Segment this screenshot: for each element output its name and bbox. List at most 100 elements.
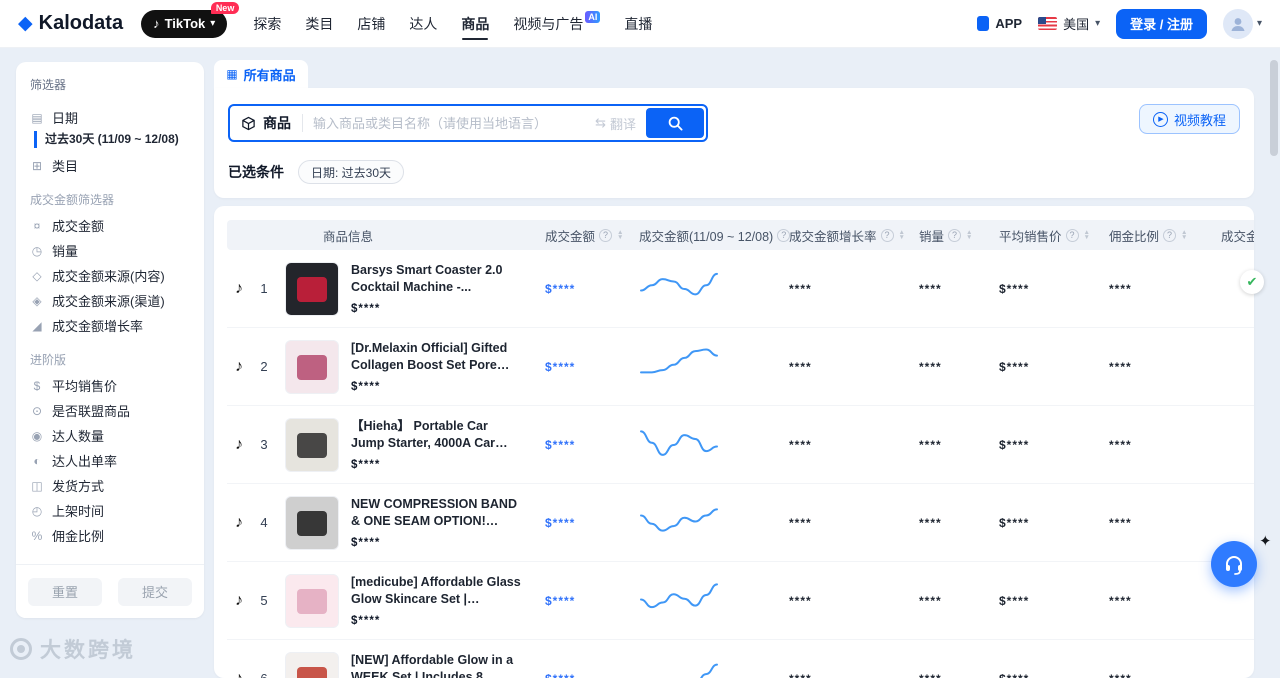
avg-price-value: $**** bbox=[999, 516, 1029, 530]
side-widget-icon[interactable]: ✔ bbox=[1240, 270, 1264, 294]
search-button[interactable] bbox=[646, 108, 704, 138]
sidebar-item-sales[interactable]: ◷ 销量 bbox=[30, 238, 190, 263]
platform-selector[interactable]: ♪ TikTok ▾ New bbox=[141, 10, 227, 38]
sidebar-item-avg-price[interactable]: $ 平均销售价 bbox=[30, 373, 190, 398]
product-image[interactable] bbox=[285, 652, 339, 678]
tiktok-note-icon: ♪ bbox=[235, 358, 255, 376]
product-image-accent bbox=[297, 511, 326, 536]
product-title[interactable]: [NEW] Affordable Glow in a WEEK Set | In… bbox=[351, 652, 523, 678]
product-image[interactable] bbox=[285, 340, 339, 394]
table-row[interactable]: ♪ 4 NEW COMPRESSION BAND & ONE SEAM OPTI… bbox=[227, 484, 1254, 562]
sidebar-item-revenue-source-channel-label: 成交金额来源(渠道) bbox=[52, 291, 165, 310]
header-revenue-label: 成交金额 bbox=[545, 226, 595, 245]
search-field-label-text: 商品 bbox=[263, 113, 291, 133]
header-commission-label: 佣金比例 bbox=[1109, 226, 1159, 245]
translate-toggle[interactable]: ⇆ 翻译 bbox=[595, 114, 646, 133]
nav-item-explore[interactable]: 探索 bbox=[253, 0, 281, 47]
sidebar-item-date[interactable]: ▤ 日期 bbox=[30, 105, 190, 130]
product-image[interactable] bbox=[285, 418, 339, 472]
tiktok-note-icon: ♪ bbox=[235, 436, 255, 454]
product-image[interactable] bbox=[285, 262, 339, 316]
product-title[interactable]: [medicube] Affordable Glass Glow Skincar… bbox=[351, 574, 523, 608]
video-tutorial-button[interactable]: ▶ 视频教程 bbox=[1139, 104, 1240, 134]
headset-icon bbox=[1222, 552, 1246, 576]
product-title[interactable]: NEW COMPRESSION BAND & ONE SEAM OPTION! … bbox=[351, 496, 523, 530]
tiktok-note-icon: ♪ bbox=[235, 280, 255, 298]
product-title[interactable]: Barsys Smart Coaster 2.0 Cocktail Machin… bbox=[351, 262, 523, 296]
sidebar-item-revenue[interactable]: ¤ 成交金额 bbox=[30, 213, 190, 238]
rank: 4 bbox=[255, 515, 273, 530]
info-icon[interactable]: ? bbox=[948, 229, 961, 242]
table-row[interactable]: ♪ 6 [NEW] Affordable Glow in a WEEK Set … bbox=[227, 640, 1254, 678]
sidebar-item-shipping-label: 发货方式 bbox=[52, 476, 104, 495]
product-image[interactable] bbox=[285, 496, 339, 550]
nav-item-shop[interactable]: 店铺 bbox=[357, 0, 385, 47]
app-label: APP bbox=[995, 16, 1022, 31]
chat-support-button[interactable] bbox=[1211, 541, 1257, 587]
date-selected-value[interactable]: 过去30天 (11/09 ~ 12/08) bbox=[34, 131, 190, 148]
tiktok-note-icon: ♪ bbox=[235, 592, 255, 610]
watermark-logo-icon bbox=[10, 638, 32, 660]
kalodata-logo-icon: ◆ bbox=[18, 12, 33, 35]
revenue-value: $**** bbox=[545, 672, 575, 678]
header-commission[interactable]: 佣金比例 ? ▲▼ bbox=[1075, 226, 1175, 245]
submit-button[interactable]: 提交 bbox=[118, 578, 192, 606]
main-content: ▦ 所有商品 商品 ⇆ 翻译 bbox=[214, 60, 1254, 678]
nav-item-creator[interactable]: 达人 bbox=[409, 0, 437, 47]
sidebar-item-category-label: 类目 bbox=[52, 156, 78, 175]
sidebar-item-commission[interactable]: % 佣金比例 bbox=[30, 523, 190, 548]
table-row[interactable]: ♪ 3 【Hieha】 Portable Car Jump Starter, 4… bbox=[227, 406, 1254, 484]
region-selector[interactable]: 美国 ▾ bbox=[1038, 14, 1100, 33]
login-register-button[interactable]: 登录 / 注册 bbox=[1116, 9, 1207, 39]
search-input[interactable] bbox=[303, 116, 595, 131]
sidebar-item-affiliate[interactable]: ⊙ 是否联盟商品 bbox=[30, 398, 190, 423]
revenue-value: $**** bbox=[545, 360, 575, 374]
avg-price-value: $**** bbox=[999, 360, 1029, 374]
kalodata-logo[interactable]: ◆ Kalodata bbox=[18, 12, 123, 35]
sidebar-item-shipping[interactable]: ◫ 发货方式 bbox=[30, 473, 190, 498]
sales-value: **** bbox=[919, 438, 942, 452]
avg-price-value: $**** bbox=[999, 438, 1029, 452]
revenue-sparkline bbox=[639, 498, 719, 542]
reset-button[interactable]: 重置 bbox=[28, 578, 102, 606]
filter-group-title-revenue: 成交金额筛选器 bbox=[30, 191, 190, 208]
revenue-sparkline bbox=[639, 420, 719, 464]
tab-all-products-label: 所有商品 bbox=[244, 65, 296, 84]
sidebar-item-creator-rate[interactable]: ◐ 达人出单率 bbox=[30, 448, 190, 473]
sidebar-item-affiliate-label: 是否联盟商品 bbox=[52, 401, 130, 420]
sidebar-item-revenue-source-channel[interactable]: ◈ 成交金额来源(渠道) bbox=[30, 288, 190, 313]
avatar bbox=[1223, 9, 1253, 39]
search-panel: 商品 ⇆ 翻译 ▶ 视频教程 已 bbox=[214, 88, 1254, 198]
table-row[interactable]: ♪ 1 Barsys Smart Coaster 2.0 Cocktail Ma… bbox=[227, 250, 1254, 328]
app-entry[interactable]: APP bbox=[977, 16, 1022, 31]
growth-value: **** bbox=[789, 516, 812, 530]
sidebar-item-revenue-growth[interactable]: ◢ 成交金额增长率 bbox=[30, 313, 190, 338]
header-revenue[interactable]: 成交金额 ? ▲▼ bbox=[527, 226, 623, 245]
growth-value: **** bbox=[789, 672, 812, 678]
product-title[interactable]: [Dr.Melaxin Official] Gifted Collagen Bo… bbox=[351, 340, 523, 374]
info-icon[interactable]: ? bbox=[599, 229, 612, 242]
nav-item-live[interactable]: 直播 bbox=[624, 0, 652, 47]
sidebar-item-revenue-source-content[interactable]: ◇ 成交金额来源(内容) bbox=[30, 263, 190, 288]
sidebar-item-category[interactable]: ⊞ 类目 bbox=[30, 153, 190, 178]
page-scrollbar[interactable] bbox=[1270, 60, 1278, 156]
sidebar-item-creator-count[interactable]: ◉ 达人数量 bbox=[30, 423, 190, 448]
avg-price-value: $**** bbox=[999, 672, 1029, 678]
product-image[interactable] bbox=[285, 574, 339, 628]
nav-item-product[interactable]: 商品 bbox=[461, 0, 489, 47]
product-title[interactable]: 【Hieha】 Portable Car Jump Starter, 4000A… bbox=[351, 418, 523, 452]
nav-item-video-ads[interactable]: 视频与广告 AI bbox=[513, 0, 600, 47]
sidebar-item-listed-time[interactable]: ◴ 上架时间 bbox=[30, 498, 190, 523]
account-menu[interactable]: ▾ bbox=[1223, 9, 1262, 39]
header-revenue-trend[interactable]: 成交金额(11/09 ~ 12/08) ? ▲▼ bbox=[623, 226, 773, 245]
product-price: $**** bbox=[351, 303, 523, 315]
table-row[interactable]: ♪ 2 [Dr.Melaxin Official] Gifted Collage… bbox=[227, 328, 1254, 406]
filter-tag-date[interactable]: 日期: 过去30天 bbox=[298, 160, 404, 184]
header-sales[interactable]: 销量 ? ▲▼ bbox=[891, 226, 967, 245]
header-avg-price[interactable]: 平均销售价 ? ▲▼ bbox=[967, 226, 1075, 245]
tab-all-products[interactable]: ▦ 所有商品 bbox=[214, 60, 308, 88]
sales-value: **** bbox=[919, 360, 942, 374]
header-revenue-growth[interactable]: 成交金额增长率 ? ▲▼ bbox=[773, 226, 891, 245]
nav-item-category[interactable]: 类目 bbox=[305, 0, 333, 47]
table-row[interactable]: ♪ 5 [medicube] Affordable Glass Glow Ski… bbox=[227, 562, 1254, 640]
